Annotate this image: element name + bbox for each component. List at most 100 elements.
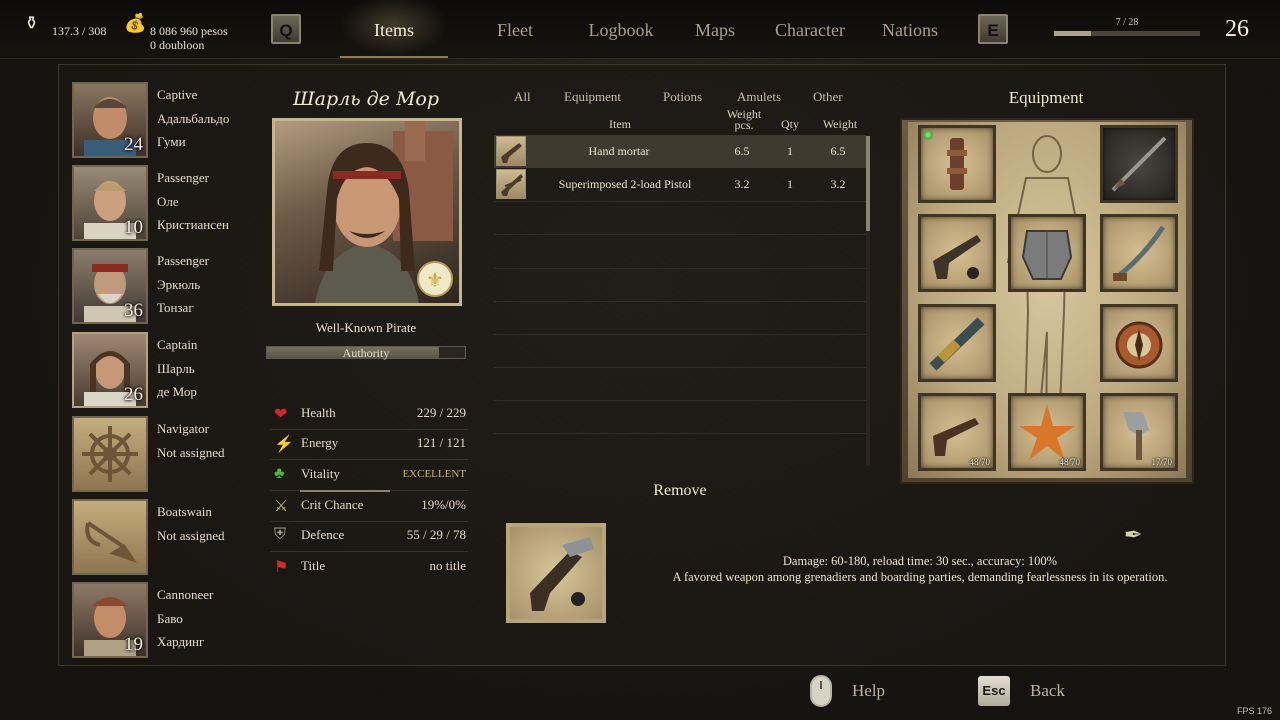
flag-icon: ⚑	[274, 559, 289, 576]
money-doubloon: 0 doubloon	[150, 38, 205, 52]
row-divider	[494, 367, 866, 368]
crew-portrait-boatswain[interactable]	[72, 499, 148, 575]
esc-key-icon: Esc	[978, 676, 1010, 706]
filter-amulets[interactable]: Amulets	[737, 89, 781, 105]
crew-info-captain: Captain Шарль де Мор	[157, 333, 197, 404]
stat-value: 19%/0%	[421, 497, 466, 512]
item-row-hand-mortar[interactable]: Hand mortar 6.5 1 6.5	[494, 135, 866, 168]
cuirass-slot[interactable]	[1008, 214, 1086, 292]
authority-label: Authority	[342, 346, 390, 360]
saber-slot[interactable]	[1100, 214, 1178, 292]
crew-role: Captain	[157, 337, 198, 352]
stat-value: 121 / 121	[416, 435, 466, 450]
row-divider	[494, 301, 866, 302]
scrollbar-thumb[interactable]	[866, 136, 870, 231]
crew-role: Captive	[157, 87, 198, 102]
selected-item-image	[506, 523, 606, 623]
crew-portrait-navigator[interactable]	[72, 416, 148, 492]
crew-info-cannoneer: Cannoneer Баво Хардинг	[157, 583, 213, 654]
heart-icon: ❤	[274, 406, 288, 423]
xp-text: 7 / 28	[1115, 17, 1139, 28]
filter-all[interactable]: All	[514, 89, 531, 105]
crew-name1: Оле	[157, 193, 179, 209]
row-divider	[494, 433, 866, 434]
tab-fleet[interactable]: Fleet	[470, 20, 560, 41]
stat-name: Health	[301, 405, 336, 420]
crew-name1: Not assigned	[157, 444, 225, 460]
gunpowder-slot[interactable]: 48/70	[1008, 393, 1086, 471]
tab-items[interactable]: Items	[344, 20, 444, 41]
next-tab-key[interactable]: E	[978, 14, 1008, 44]
prev-tab-key[interactable]: Q	[271, 14, 301, 44]
stat-name: Vitality	[301, 466, 340, 481]
crew-portrait-captain[interactable]: 26	[72, 332, 148, 408]
character-title: Well-Known Pirate	[315, 320, 417, 335]
items-scrollbar[interactable]	[866, 136, 870, 466]
crew-name2: де Мор	[157, 384, 197, 399]
energy-icon: ⚡	[274, 436, 294, 453]
musket-icon	[1111, 136, 1167, 192]
xp-bar-fill	[1054, 31, 1091, 36]
tab-logbook[interactable]: Logbook	[576, 20, 666, 41]
musket-slot[interactable]	[1100, 125, 1178, 203]
item-row-superimposed-pistol[interactable]: Superimposed 2-load Pistol 3.2 1 3.2	[494, 168, 866, 201]
remove-button[interactable]: Remove	[620, 482, 740, 500]
stat-row-vitality: ♣ Vitality EXCELLENT	[270, 460, 468, 491]
clover-icon: ♣	[274, 465, 285, 482]
crew-level: 26	[124, 384, 143, 405]
tab-maps[interactable]: Maps	[680, 20, 750, 41]
crew-name1: Эркюль	[157, 276, 201, 292]
item-weight-pcs: 6.5	[734, 144, 750, 158]
armor-icon: ⛨	[274, 526, 287, 543]
ship-wheel-icon	[82, 426, 138, 482]
amulet-slot[interactable]	[918, 125, 996, 203]
description-line1: Damage: 60-180, reload time: 30 sec., ac…	[782, 554, 1058, 568]
crew-level: 36	[124, 300, 143, 321]
crew-level: 24	[124, 134, 143, 155]
tab-character[interactable]: Character	[766, 20, 854, 41]
header-item[interactable]: Item	[580, 117, 660, 131]
equipment-title: Equipment	[1008, 88, 1084, 107]
crew-portrait-captive[interactable]: 24	[72, 82, 148, 158]
item-weight-pcs: 3.2	[734, 177, 750, 191]
crew-info-boatswain: Boatswain Not assigned	[157, 500, 225, 547]
item-description: Damage: 60-180, reload time: 30 sec., ac…	[640, 554, 1200, 585]
slot-count: 48/70	[1059, 457, 1080, 467]
cuirass-icon	[1021, 230, 1073, 280]
weight-icon: ⚱	[24, 13, 40, 33]
back-button[interactable]: Back	[1030, 681, 1065, 701]
compass-slot[interactable]	[1100, 304, 1178, 382]
help-button[interactable]: Help	[852, 681, 885, 701]
stat-name: Title	[301, 558, 326, 573]
header-qty[interactable]: Qty	[774, 117, 806, 131]
filter-potions[interactable]: Potions	[663, 89, 702, 105]
money-bag-icon: 💰	[124, 13, 147, 33]
tab-nations[interactable]: Nations	[870, 20, 950, 41]
grapeshot-slot[interactable]: 17/70	[1100, 393, 1178, 471]
header-weight[interactable]: Weight	[812, 117, 868, 131]
filter-equipment[interactable]: Equipment	[564, 89, 621, 105]
character-name: Шарль де Мор	[292, 88, 440, 110]
item-qty: 1	[787, 177, 793, 191]
crew-portrait-passenger-2[interactable]: 36	[72, 248, 148, 324]
pistol-icon	[933, 235, 981, 279]
spyglass-slot[interactable]	[918, 304, 996, 382]
header-weight-pcs[interactable]: Weight pcs.	[718, 108, 770, 132]
crew-portrait-passenger-1[interactable]: 10	[72, 165, 148, 241]
crew-role: Passenger	[157, 170, 209, 185]
crew-name2: Кристиансен	[157, 217, 229, 232]
crew-level: 19	[124, 634, 143, 655]
stat-row-title: ⚑ Title no title	[270, 552, 468, 582]
ammo-slot[interactable]: 48/70	[918, 393, 996, 471]
row-divider	[494, 234, 866, 235]
quill-icon[interactable]: ✒	[1124, 522, 1142, 548]
crew-name1: Адальбальдо	[157, 110, 230, 126]
crew-portrait-cannoneer[interactable]: 19	[72, 582, 148, 658]
item-name: Hand mortar	[588, 144, 650, 158]
row-divider	[494, 334, 866, 335]
pistol-slot[interactable]	[918, 214, 996, 292]
crew-name2: Гуми	[157, 134, 186, 149]
filter-other[interactable]: Other	[813, 89, 843, 105]
header-weight-pcs-line2: pcs.	[734, 118, 754, 132]
crew-role: Passenger	[157, 253, 209, 268]
